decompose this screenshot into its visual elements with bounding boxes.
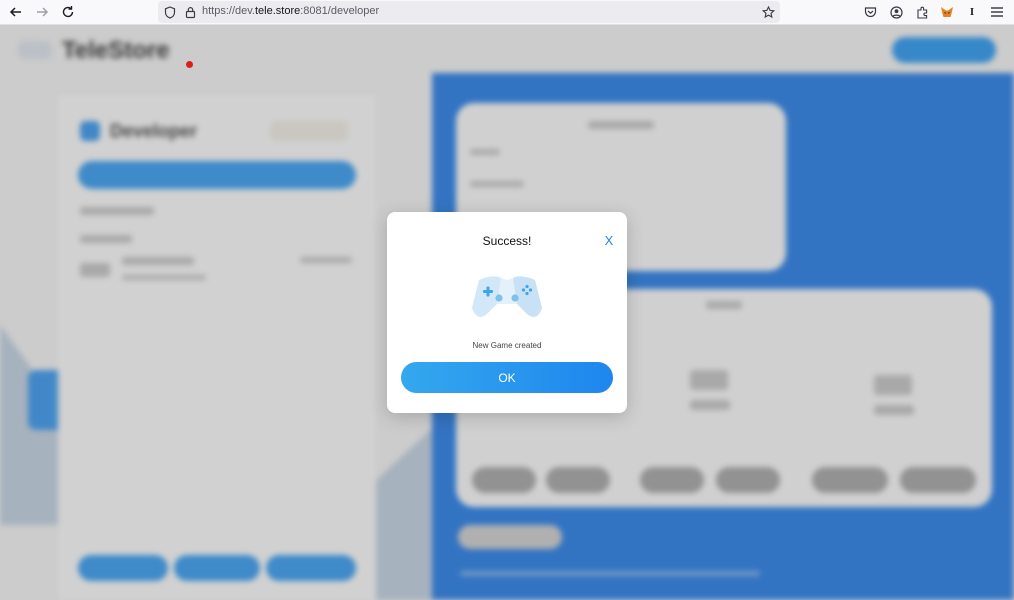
back-arrow-icon[interactable] — [6, 2, 26, 22]
cursor-indicator — [186, 61, 193, 68]
bookmark-star-icon[interactable] — [758, 2, 778, 22]
extension-i-icon[interactable]: I — [962, 2, 982, 22]
account-icon[interactable] — [886, 2, 906, 22]
url-suffix: :8081/developer — [300, 5, 380, 17]
url-text[interactable]: https://dev.tele.store:8081/developer — [202, 5, 379, 17]
url-prefix: https://dev. — [202, 5, 255, 17]
close-icon[interactable]: X — [601, 234, 617, 250]
lock-icon[interactable] — [180, 2, 200, 22]
gamepad-icon — [471, 274, 543, 322]
shield-icon[interactable] — [160, 2, 180, 22]
url-host: tele.store — [255, 5, 301, 17]
ok-button[interactable]: OK — [401, 362, 613, 393]
pocket-icon[interactable] — [860, 2, 880, 22]
browser-toolbar: https://dev.tele.store:8081/developer I — [0, 0, 1014, 25]
forward-arrow-icon[interactable] — [32, 2, 52, 22]
menu-icon[interactable] — [987, 2, 1007, 22]
reload-icon[interactable] — [58, 2, 78, 22]
dialog-title: Success! — [482, 234, 532, 248]
url-bar[interactable]: https://dev.tele.store:8081/developer — [158, 1, 780, 23]
dialog-message: New Game created — [472, 341, 542, 350]
success-dialog: Success! X New Game created OK — [387, 212, 627, 413]
metamask-fox-icon[interactable] — [937, 2, 957, 22]
extensions-icon[interactable] — [912, 2, 932, 22]
